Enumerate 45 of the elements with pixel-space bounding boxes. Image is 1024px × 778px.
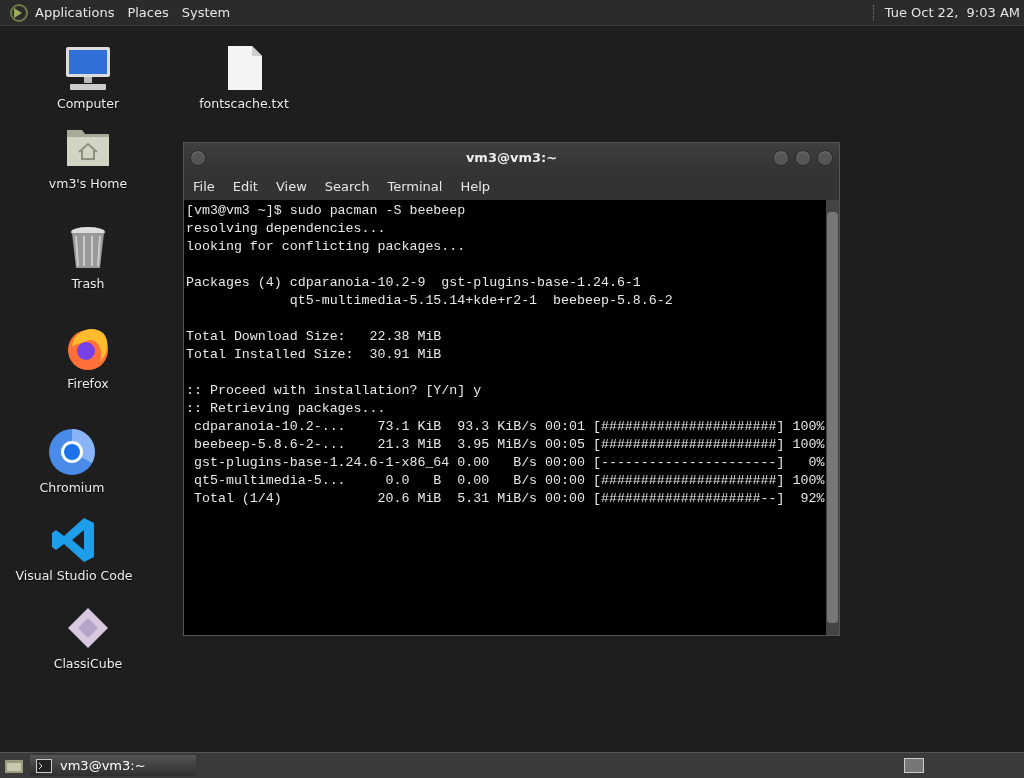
icon-label: fontscache.txt — [199, 96, 289, 111]
panel-menu[interactable]: System — [181, 5, 231, 20]
terminal-line: cdparanoia-10.2-... 73.1 KiB 93.3 KiB/s 00:01 [######################] 100% — [192, 418, 825, 436]
terminal-line: qt5-multimedia-5... 0.0 B 0.00 B/s 00:00 [######################] 100% — [192, 472, 825, 490]
terminal-line: Total (1/4) 20.6 MiB 5.31 MiB/s 00:00 [####################--] 92% — [192, 490, 825, 508]
terminal-line: :: Retrieving packages... — [186, 400, 386, 418]
scrollbar[interactable] — [826, 200, 839, 635]
terminal-line: Total Download Size: 22.38 MiB — [186, 328, 442, 346]
terminal-line: resolving dependencies... — [186, 220, 386, 238]
menu-item[interactable]: Search — [324, 178, 379, 194]
maximize-button[interactable] — [795, 149, 811, 166]
menu-item[interactable]: Help — [460, 178, 500, 194]
computer-icon[interactable] — [64, 44, 112, 92]
terminal-line: looking for conflicting packages... — [186, 238, 466, 256]
icon-label: Trash — [71, 276, 105, 291]
close-button[interactable] — [817, 149, 833, 166]
clock[interactable]: Tue Oct 22, 9:03 AM — [884, 5, 1020, 20]
taskbar-button[interactable]: vm3@vm3:~ — [30, 755, 196, 776]
icon-label: vm3's Home — [48, 176, 128, 191]
terminal-line: [vm3@vm3 ~]$ sudo pacman -S beebeep — [186, 202, 466, 220]
workspace-switcher[interactable] — [904, 758, 924, 773]
minimize-button[interactable] — [773, 149, 789, 166]
panel-menu[interactable]: Places — [127, 5, 169, 20]
menu-item[interactable]: View — [275, 178, 316, 194]
icon-label: Chromium — [39, 480, 105, 495]
terminal-line: :: Proceed with installation? [Y/n] y — [186, 382, 482, 400]
menu-item[interactable]: Terminal — [387, 178, 452, 194]
panel-handle-icon — [872, 4, 877, 21]
panel-menu[interactable]: Applications — [35, 5, 115, 20]
menu-logo-icon[interactable] — [9, 2, 29, 23]
terminal-icon — [36, 758, 52, 773]
terminal-line: qt5-multimedia-5.15.14+kde+r2-1 beebeep-5.8.6-2 — [288, 292, 673, 310]
window-title: vm3@vm3:~ — [465, 150, 558, 165]
terminal-line: Packages (4) cdparanoia-10.2-9 gst-plugins-base-1.24.6-1 — [186, 274, 641, 292]
icon-label: Computer — [56, 96, 120, 111]
terminal-line: gst-plugins-base-1.24.6-1-x86_64 0.00 B/s 00:00 [----------------------] 0% — [192, 454, 825, 472]
terminal-line: beebeep-5.8.6-2-... 21.3 MiB 3.95 MiB/s 00:05 [######################] 100% — [192, 436, 825, 454]
terminal-line: Total Installed Size: 30.91 MiB — [186, 346, 442, 364]
menu-item[interactable]: File — [193, 178, 224, 194]
chromium-icon[interactable] — [48, 428, 96, 476]
window-menu-button[interactable] — [190, 149, 206, 166]
icon-label: Visual Studio Code — [15, 568, 133, 583]
icon-label: ClassiCube — [53, 656, 123, 671]
icon-label: Firefox — [67, 376, 109, 391]
menu-item[interactable]: Edit — [232, 178, 267, 194]
